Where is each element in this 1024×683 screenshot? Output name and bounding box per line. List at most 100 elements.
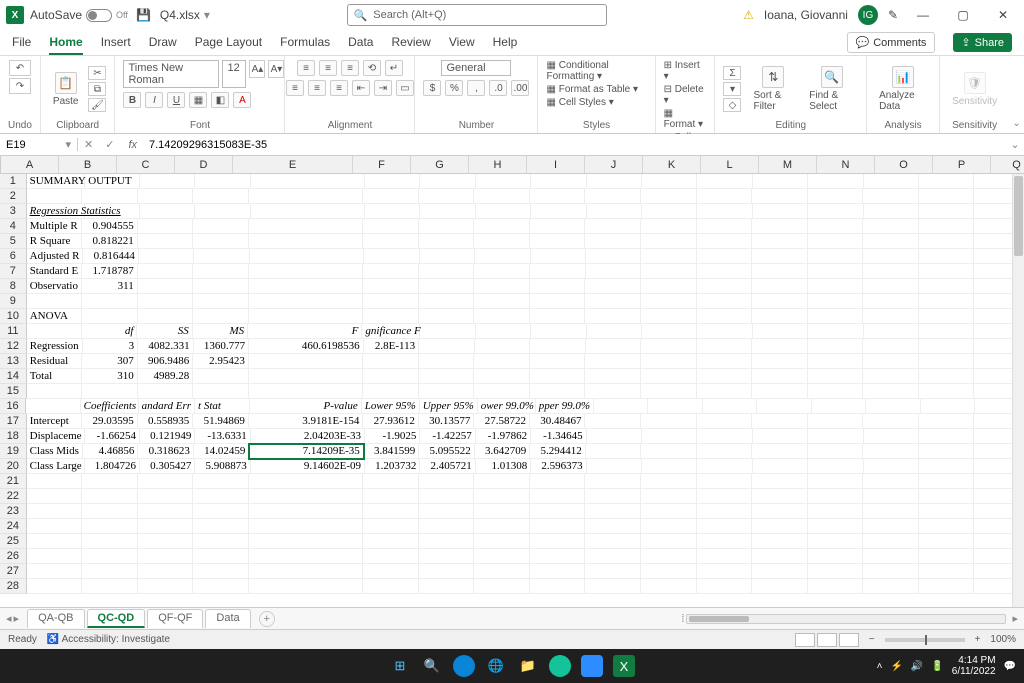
cell-I3[interactable] [531,204,586,219]
cell-I20[interactable]: 2.596373 [531,459,586,474]
cell-P11[interactable] [919,324,974,339]
cell-I6[interactable] [531,249,586,264]
row-header[interactable]: 22 [0,489,27,504]
cell-M20[interactable] [753,459,808,474]
cell-B2[interactable] [82,189,138,204]
cell-F21[interactable] [363,474,419,489]
cell-G1[interactable] [420,174,475,189]
align-right-icon[interactable]: ≡ [330,80,348,96]
row-header[interactable]: 8 [0,279,27,294]
cell-L9[interactable] [697,294,753,309]
cell-A11[interactable] [27,324,82,339]
cell-G9[interactable] [419,294,475,309]
cell-I23[interactable] [530,504,586,519]
expand-formula-bar-icon[interactable]: ⌄ [1006,138,1024,151]
cell-C4[interactable] [138,219,194,234]
cell-G27[interactable] [419,564,475,579]
cell-C15[interactable] [138,384,194,399]
cell-B18[interactable]: -1.66254 [85,429,140,444]
cell-C20[interactable]: 0.305427 [140,459,195,474]
sheet-tab-data[interactable]: Data [205,609,250,628]
paste-button[interactable]: 📋Paste [49,70,83,109]
cell-K13[interactable] [641,354,697,369]
cell-E28[interactable] [249,579,364,594]
cell-A10[interactable]: ANOVA [27,309,83,324]
sheet-tab-qc-qd[interactable]: QC-QD [87,609,146,628]
cell-K15[interactable] [641,384,697,399]
cell-L19[interactable] [697,444,752,459]
cell-M1[interactable] [753,174,808,189]
cell-A22[interactable] [27,489,83,504]
cell-H4[interactable] [474,219,530,234]
cell-F20[interactable]: 1.203732 [365,459,420,474]
battery-icon[interactable]: 🔋 [931,661,943,672]
cell-C6[interactable] [139,249,194,264]
cell-K6[interactable] [641,249,696,264]
row-header[interactable]: 4 [0,219,27,234]
menu-tab-formulas[interactable]: Formulas [280,31,330,55]
cell-O24[interactable] [863,519,919,534]
cell-J28[interactable] [585,579,641,594]
cell-E5[interactable] [249,234,364,249]
cell-C9[interactable] [138,294,194,309]
cell-F7[interactable] [363,264,419,279]
cell-K2[interactable] [641,189,697,204]
cell-F23[interactable] [363,504,419,519]
cell-B8[interactable]: 311 [82,279,138,294]
row-header[interactable]: 14 [0,369,27,384]
cell-J3[interactable] [587,204,642,219]
autosave-toggle[interactable]: AutoSave Off [30,8,128,22]
cell-E10[interactable] [249,309,364,324]
column-header-E[interactable]: E [233,156,353,173]
cell-F26[interactable] [363,549,419,564]
column-header-B[interactable]: B [59,156,117,173]
cell-M6[interactable] [752,249,807,264]
cell-J8[interactable] [585,279,641,294]
cell-J4[interactable] [585,219,641,234]
cell-F22[interactable] [363,489,419,504]
column-header-Q[interactable]: Q [991,156,1024,173]
warning-icon[interactable]: ⚠ [743,8,754,22]
cell-O16[interactable] [866,399,920,414]
cell-P3[interactable] [919,204,974,219]
cell-G28[interactable] [419,579,475,594]
cell-E6[interactable] [250,249,364,264]
cell-D3[interactable] [195,204,250,219]
cell-O8[interactable] [863,279,919,294]
page-layout-view-button[interactable] [817,633,837,647]
cell-G3[interactable] [420,204,475,219]
cell-C14[interactable]: 4989.28 [138,369,194,384]
cell-P5[interactable] [919,234,975,249]
cell-M28[interactable] [752,579,808,594]
cell-D28[interactable] [193,579,249,594]
cell-P18[interactable] [919,429,974,444]
cell-I9[interactable] [530,294,586,309]
cell-L3[interactable] [697,204,752,219]
minimize-button[interactable]: — [908,8,938,22]
zoom-app-icon[interactable] [581,655,603,677]
cell-J11[interactable] [587,324,642,339]
cell-O25[interactable] [863,534,919,549]
cell-M18[interactable] [753,429,808,444]
cell-O3[interactable] [864,204,919,219]
chrome-icon[interactable]: 🌐 [485,655,507,677]
cell-P20[interactable] [919,459,974,474]
cell-F5[interactable] [363,234,419,249]
wifi-icon[interactable]: ⚡ [890,661,902,672]
cell-O17[interactable] [863,414,919,429]
cell-P16[interactable] [921,399,975,414]
column-header-M[interactable]: M [759,156,817,173]
cell-H21[interactable] [474,474,530,489]
cell-E1[interactable] [251,174,365,189]
cell-M17[interactable] [752,414,808,429]
cell-L12[interactable] [697,339,753,354]
cell-F2[interactable] [363,189,419,204]
cell-F6[interactable] [364,249,419,264]
cell-J6[interactable] [586,249,641,264]
cell-P1[interactable] [919,174,974,189]
autosum-icon[interactable]: Σ [723,66,741,80]
cell-C24[interactable] [138,519,194,534]
cell-H25[interactable] [474,534,530,549]
cell-A2[interactable] [27,189,83,204]
cell-G19[interactable]: 5.095522 [419,444,474,459]
